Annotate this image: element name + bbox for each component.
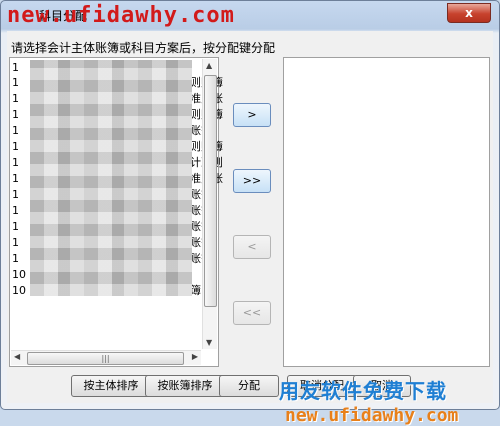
assign-dialog: 科目分配 new.ufidawhy.com x 请选择会计主体账簿或科目方案后，… — [0, 0, 500, 426]
title-bar: 科目分配 new.ufidawhy.com x — [1, 1, 499, 31]
list-item[interactable]: 1则账簿 — [12, 107, 223, 122]
horizontal-scroll-thumb[interactable]: ||| — [27, 352, 184, 365]
remove-selected-button[interactable]: < — [233, 235, 271, 259]
scroll-left-arrow-icon[interactable]: ◀ — [14, 352, 20, 361]
horizontal-scrollbar[interactable]: ◀ ||| ▶ — [11, 350, 201, 365]
target-list[interactable] — [283, 57, 490, 367]
list-item[interactable]: 1 账簿 — [12, 251, 212, 266]
scroll-up-arrow-icon[interactable]: ▲ — [206, 61, 212, 70]
watermark-top: new.ufidawhy.com — [7, 3, 235, 28]
list-item[interactable]: 1 账簿 — [12, 187, 212, 202]
watermark-bottom-url: new.ufidawhy.com — [285, 405, 459, 426]
list-item[interactable]: 10 簿 — [12, 283, 201, 298]
list-item[interactable]: 1 — [12, 60, 19, 75]
close-button[interactable]: x — [447, 3, 491, 23]
list-item[interactable]: 1 账簿 — [12, 219, 212, 234]
pixelated-redaction — [30, 60, 192, 296]
remove-all-button[interactable]: << — [233, 301, 271, 325]
source-list[interactable]: 1 1则账簿 1准则账 1则账簿 1账簿 1则账簿 1计准则 1准则账 1账簿 … — [9, 57, 223, 367]
list-item[interactable]: 10 — [12, 267, 26, 282]
assign-button[interactable]: 分配 — [219, 375, 279, 397]
sort-by-entity-button[interactable]: 按主体排序 — [71, 375, 151, 397]
scroll-down-arrow-icon[interactable]: ▼ — [206, 338, 212, 347]
list-item[interactable]: 1则账簿 — [12, 139, 223, 154]
vertical-scrollbar[interactable]: ▲ ▼ — [202, 59, 217, 349]
instruction-text: 请选择会计主体账簿或科目方案后，按分配键分配 — [11, 41, 276, 55]
watermark-bottom-text: 用友软件免费下载 — [279, 379, 447, 403]
list-item[interactable]: 1计准则 — [12, 155, 223, 170]
sort-by-book-button[interactable]: 按账簿排序 — [145, 375, 225, 397]
list-item[interactable]: 1 账簿 — [12, 123, 212, 138]
add-selected-button[interactable]: > — [233, 103, 271, 127]
add-all-button[interactable]: >> — [233, 169, 271, 193]
list-item[interactable]: 1则账簿 — [12, 75, 223, 90]
scroll-right-arrow-icon[interactable]: ▶ — [192, 352, 198, 361]
vertical-scroll-thumb[interactable] — [204, 75, 217, 307]
dialog-body: 请选择会计主体账簿或科目方案后，按分配键分配 1 1则账簿 1准则账 1则账簿 … — [7, 31, 493, 426]
list-item[interactable]: 1 账簿 — [12, 203, 212, 218]
list-item[interactable]: 1准则账 — [12, 171, 223, 186]
list-item[interactable]: 1准则账 — [12, 91, 223, 106]
list-item[interactable]: 1 账簿 — [12, 235, 212, 250]
